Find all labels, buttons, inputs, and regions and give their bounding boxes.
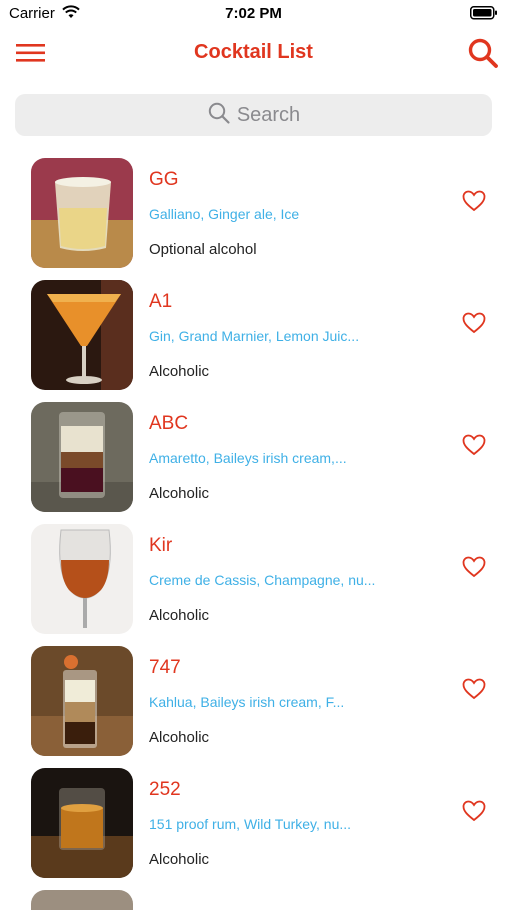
navigation-bar: Cocktail List xyxy=(0,30,507,76)
cocktail-category: Alcoholic xyxy=(149,363,210,380)
cocktail-list: GG Galliano, Ginger ale, Ice Optional al… xyxy=(0,150,507,882)
cocktail-photo-partial xyxy=(31,890,133,910)
cocktail-name: 252 xyxy=(149,779,181,800)
cocktail-photo xyxy=(31,646,133,756)
cocktail-row[interactable]: Kir Creme de Cassis, Champagne, nu... Al… xyxy=(0,516,507,638)
cocktail-ingredients: Kahlua, Baileys irish cream, F... xyxy=(149,694,345,710)
cocktail-photo xyxy=(31,402,133,512)
cocktail-ingredients: 151 proof rum, Wild Turkey, nu... xyxy=(149,816,352,832)
cocktail-photo xyxy=(31,280,133,390)
favorite-heart-icon[interactable] xyxy=(462,434,486,456)
favorite-heart-icon[interactable] xyxy=(462,312,486,334)
cocktail-photo xyxy=(31,768,133,878)
cocktail-ingredients: Gin, Grand Marnier, Lemon Juic... xyxy=(149,328,360,344)
cocktail-category: Alcoholic xyxy=(149,607,210,624)
favorite-heart-icon[interactable] xyxy=(462,556,486,578)
cocktail-row[interactable]: GG Galliano, Ginger ale, Ice Optional al… xyxy=(0,150,507,272)
cocktail-category: Optional alcohol xyxy=(149,241,257,258)
magnifier-icon xyxy=(207,101,231,130)
cocktail-ingredients: Galliano, Ginger ale, Ice xyxy=(149,206,300,222)
cocktail-row[interactable]: 747 Kahlua, Baileys irish cream, F... Al… xyxy=(0,638,507,760)
search-input[interactable]: Search xyxy=(15,94,492,136)
page-title: Cocktail List xyxy=(194,41,313,63)
cocktail-name: GG xyxy=(149,169,179,190)
cocktail-name: 747 xyxy=(149,657,181,678)
cocktail-name: ABC xyxy=(149,413,189,434)
cocktail-category: Alcoholic xyxy=(149,851,210,868)
favorite-heart-icon[interactable] xyxy=(462,678,486,700)
search-placeholder: Search xyxy=(236,103,301,126)
cocktail-ingredients: Creme de Cassis, Champagne, nu... xyxy=(149,572,376,588)
status-bar: Carrier 7:02 PM xyxy=(0,0,507,28)
favorite-heart-icon[interactable] xyxy=(462,190,486,212)
cocktail-photo xyxy=(31,158,133,268)
cocktail-name: A1 xyxy=(149,291,173,312)
cocktail-photo xyxy=(31,524,133,634)
favorite-heart-icon[interactable] xyxy=(462,800,486,822)
status-time: 7:02 PM xyxy=(225,5,282,22)
cocktail-category: Alcoholic xyxy=(149,729,210,746)
cocktail-row[interactable]: 252 151 proof rum, Wild Turkey, nu... Al… xyxy=(0,760,507,882)
cocktail-row[interactable]: ABC Amaretto, Baileys irish cream,... Al… xyxy=(0,394,507,516)
battery-icon xyxy=(470,6,498,25)
search-icon[interactable] xyxy=(466,36,500,70)
cocktail-category: Alcoholic xyxy=(149,485,210,502)
cocktail-name: Kir xyxy=(149,535,173,556)
cocktail-row[interactable]: A1 Gin, Grand Marnier, Lemon Juic... Alc… xyxy=(0,272,507,394)
cocktail-ingredients: Amaretto, Baileys irish cream,... xyxy=(149,450,347,466)
